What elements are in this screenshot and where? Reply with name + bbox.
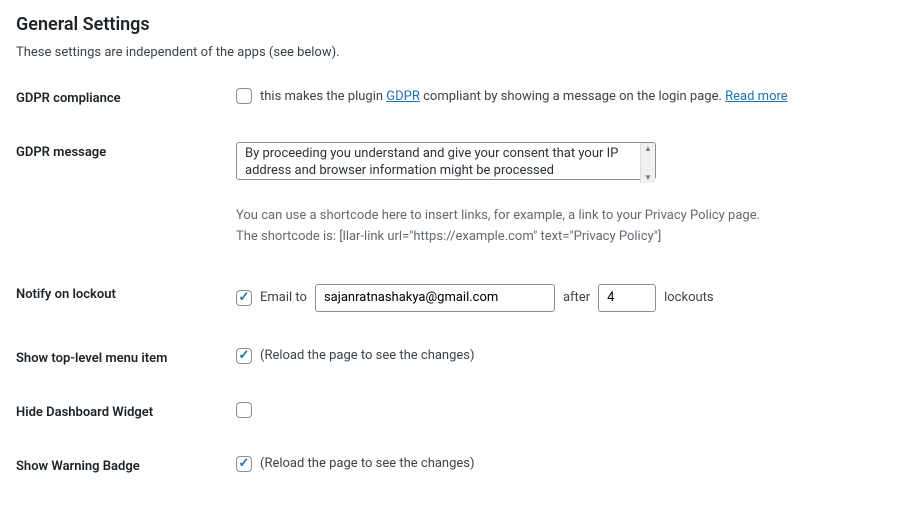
- show-toplevel-label: Show top-level menu item: [16, 348, 236, 366]
- page-description: These settings are independent of the ap…: [16, 45, 881, 60]
- row-show-toplevel: Show top-level menu item (Reload the pag…: [16, 348, 881, 366]
- page-title: General Settings: [16, 14, 881, 35]
- gdpr-compliance-text: this makes the plugin GDPR compliant by …: [260, 89, 788, 104]
- scroll-down-icon[interactable]: ▼: [644, 173, 652, 182]
- show-badge-note: (Reload the page to see the changes): [260, 456, 475, 471]
- gdpr-readmore-link[interactable]: Read more: [725, 89, 788, 104]
- show-badge-label: Show Warning Badge: [16, 456, 236, 474]
- row-gdpr-compliance: GDPR compliance this makes the plugin GD…: [16, 88, 881, 106]
- gdpr-compliance-label: GDPR compliance: [16, 88, 236, 106]
- row-gdpr-message: GDPR message By proceeding you understan…: [16, 142, 881, 248]
- notify-count-input[interactable]: [598, 284, 656, 312]
- email-to-label: Email to: [260, 290, 307, 305]
- gdpr-message-label: GDPR message: [16, 142, 236, 160]
- scroll-up-icon[interactable]: ▲: [644, 144, 652, 153]
- notify-email-input[interactable]: [315, 284, 555, 312]
- lockouts-label: lockouts: [664, 290, 714, 305]
- gdpr-compliance-checkbox[interactable]: [236, 88, 252, 104]
- textarea-scrollbar[interactable]: ▲ ▼: [640, 143, 655, 183]
- gdpr-link[interactable]: GDPR: [386, 89, 420, 104]
- row-show-badge: Show Warning Badge (Reload the page to s…: [16, 456, 881, 474]
- show-toplevel-checkbox[interactable]: [236, 348, 252, 364]
- row-hide-dashboard: Hide Dashboard Widget: [16, 402, 881, 420]
- notify-email-checkbox[interactable]: [236, 290, 252, 306]
- after-label: after: [563, 290, 590, 305]
- gdpr-message-textarea[interactable]: By proceeding you understand and give yo…: [236, 142, 656, 180]
- hide-dashboard-label: Hide Dashboard Widget: [16, 402, 236, 420]
- show-badge-checkbox[interactable]: [236, 456, 252, 472]
- notify-lockout-label: Notify on lockout: [16, 284, 236, 302]
- gdpr-message-hint: You can use a shortcode here to insert l…: [236, 206, 881, 248]
- hide-dashboard-checkbox[interactable]: [236, 402, 252, 418]
- row-notify-lockout: Notify on lockout Email to after lockout…: [16, 284, 881, 312]
- show-toplevel-note: (Reload the page to see the changes): [260, 348, 475, 363]
